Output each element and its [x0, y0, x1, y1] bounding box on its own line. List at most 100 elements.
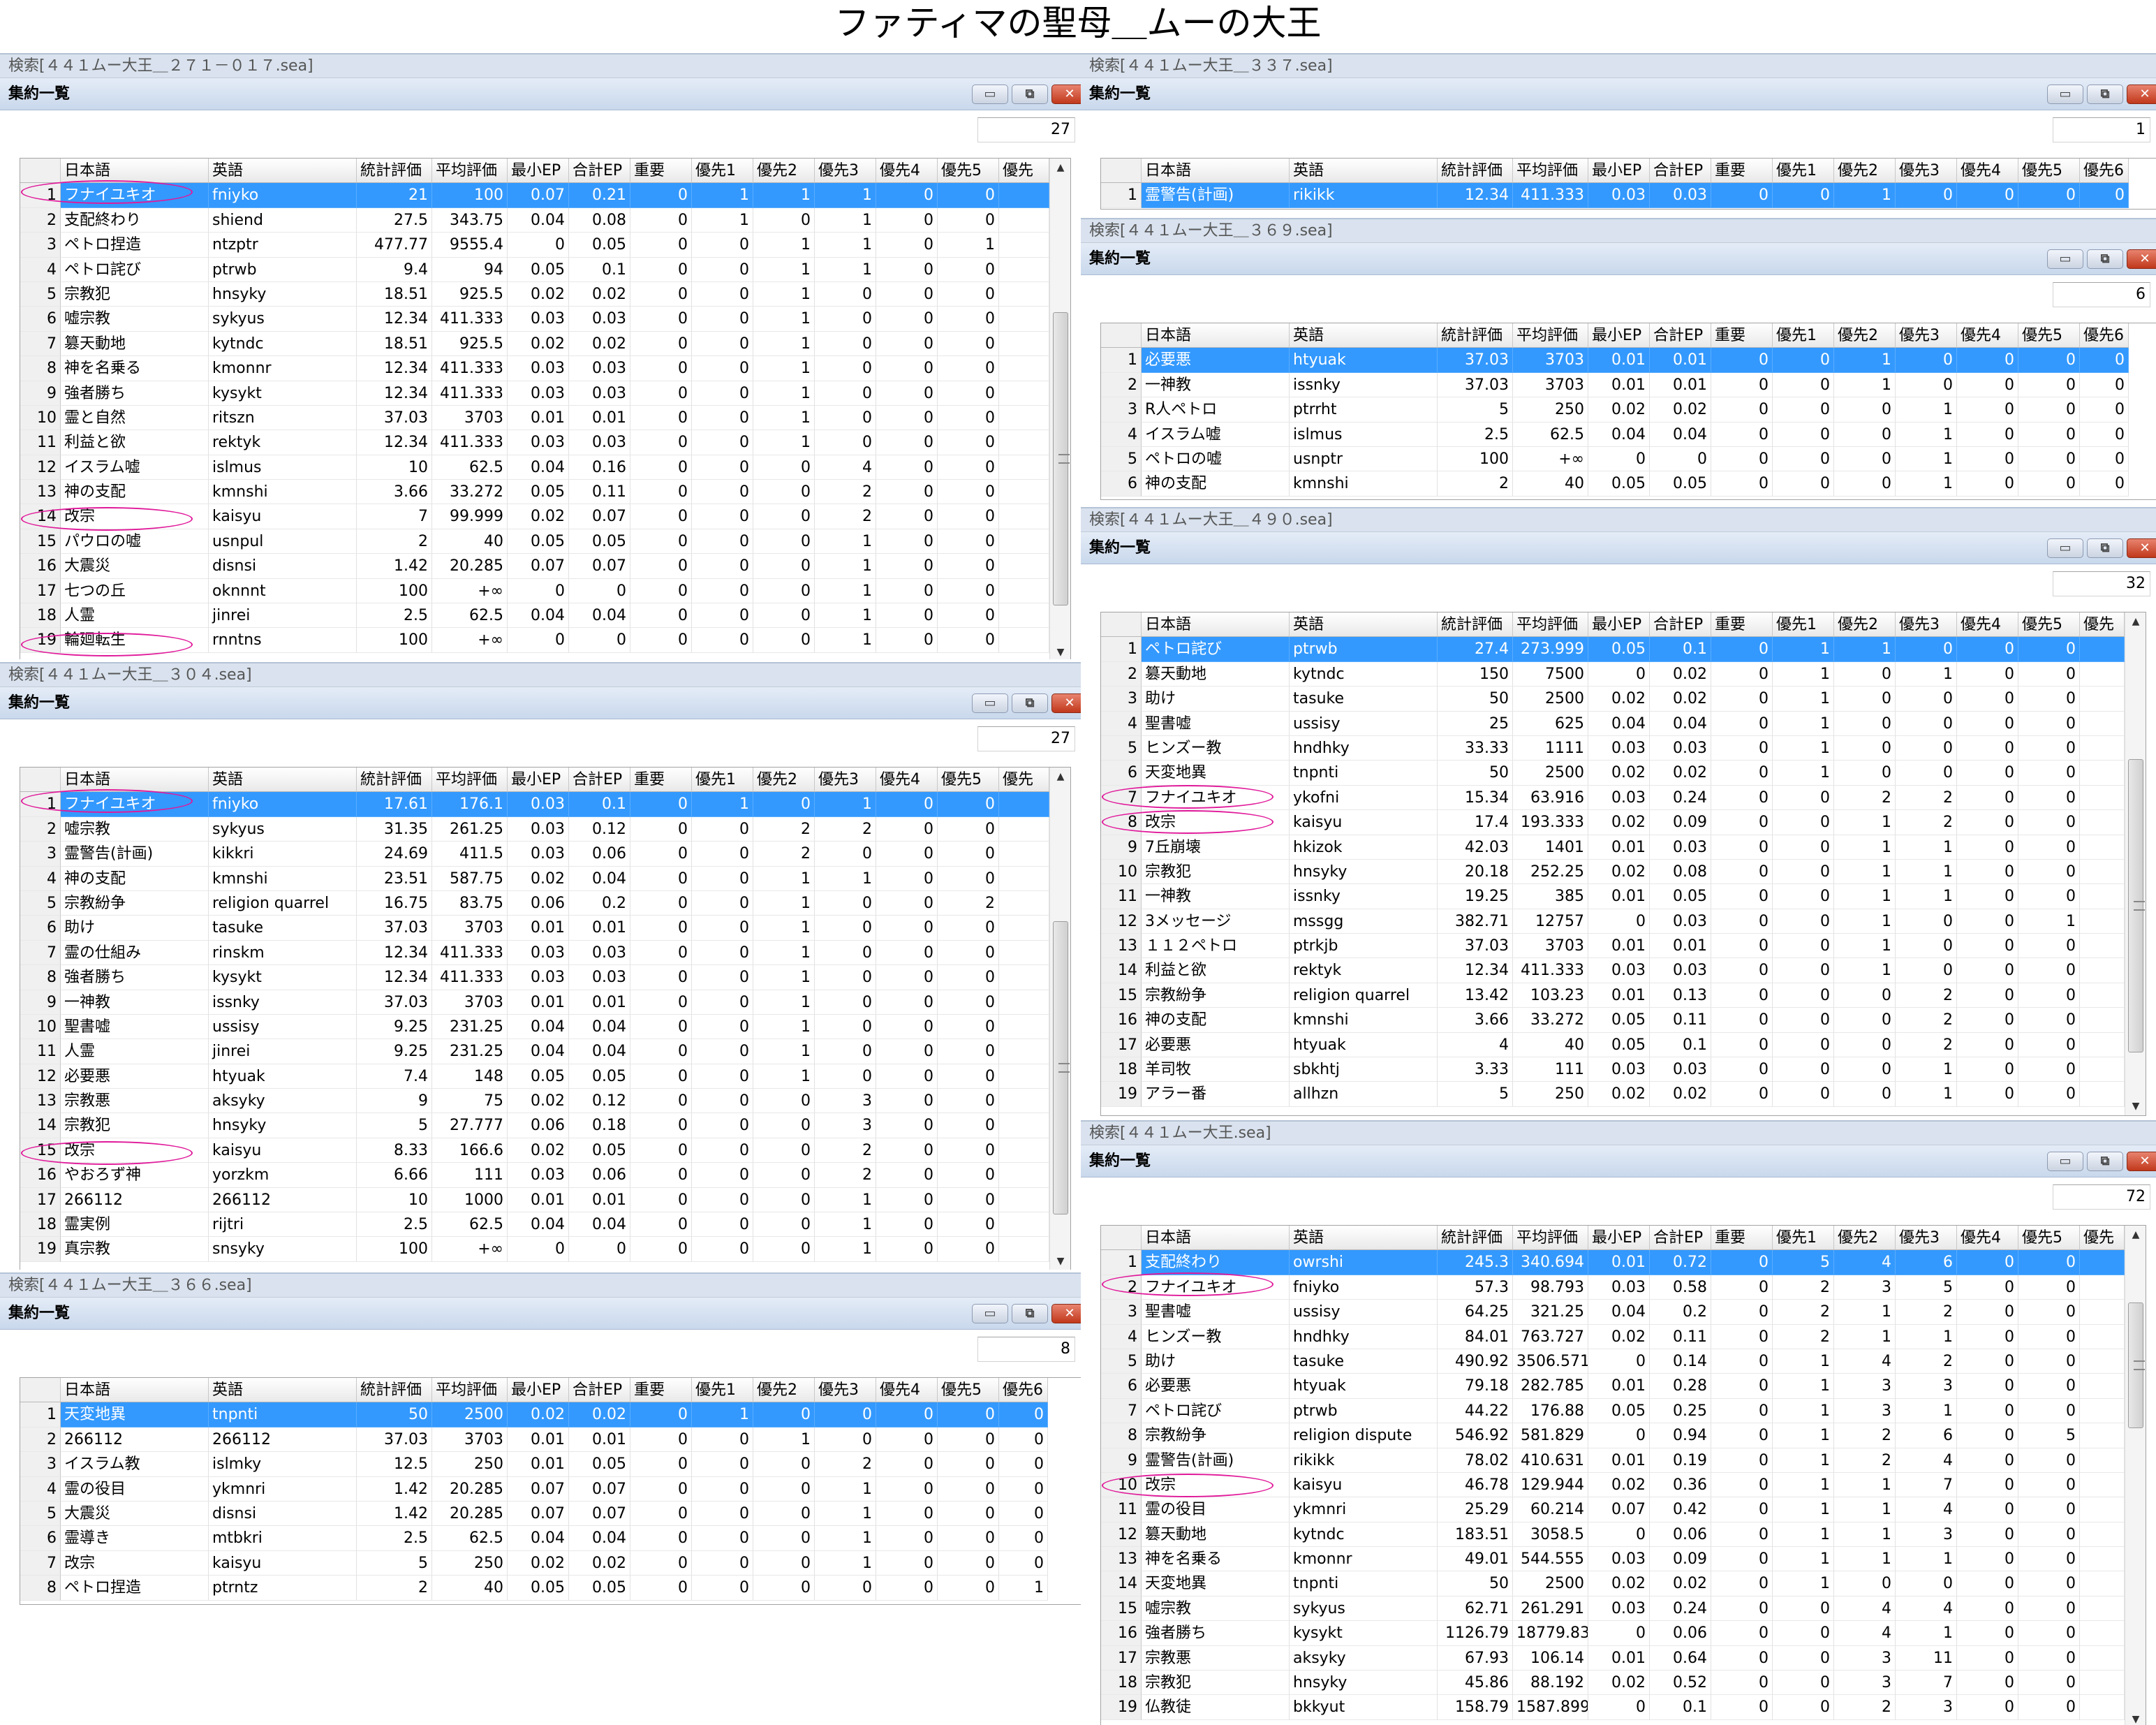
table-cell[interactable]: 10 [357, 455, 432, 480]
table-cell[interactable]: 0 [1834, 735, 1896, 761]
table-cell[interactable]: 477.77 [357, 233, 432, 258]
cell-english[interactable]: hkizok [1290, 835, 1438, 860]
table-cell[interactable]: 0 [876, 1526, 938, 1551]
table-cell[interactable]: 4 [815, 455, 876, 480]
table-cell[interactable]: 3 [1896, 1522, 1957, 1548]
table-cell[interactable]: 0 [876, 356, 938, 381]
column-header[interactable]: 平均評価 [432, 1378, 508, 1403]
table-cell[interactable]: 0.52 [1650, 1671, 1711, 1696]
table-cell[interactable]: 0 [692, 990, 753, 1015]
cell-english[interactable]: kaisyu [209, 504, 357, 529]
cell-english[interactable]: kaisyu [209, 1138, 357, 1164]
table-cell[interactable]: 0 [876, 1452, 938, 1477]
column-header[interactable]: 合計EP [1650, 323, 1711, 348]
table-cell[interactable]: 0 [753, 578, 815, 604]
table-cell[interactable]: 0 [1773, 1671, 1834, 1696]
table-cell[interactable]: 0 [1711, 1349, 1773, 1374]
table-cell[interactable]: 411.333 [1513, 183, 1588, 208]
table-cell[interactable]: 0 [692, 1576, 753, 1601]
table-cell[interactable]: 64.25 [1438, 1300, 1513, 1325]
table-cell[interactable]: 2 [1896, 1008, 1957, 1033]
table-cell[interactable]: 2 [815, 1163, 876, 1188]
table-cell[interactable]: 0 [1896, 1571, 1957, 1596]
cell-japanese[interactable]: 神を名乗る [1142, 1547, 1290, 1572]
table-cell[interactable]: 0 [999, 1427, 1048, 1453]
table-cell[interactable]: 1 [815, 1526, 876, 1551]
table-cell[interactable]: 0 [1957, 471, 2018, 497]
table-cell[interactable]: 0 [630, 381, 692, 406]
table-cell[interactable]: 0 [876, 233, 938, 258]
table-cell[interactable]: 1 [1834, 934, 1896, 959]
table-cell[interactable]: 0 [1957, 1695, 2018, 1720]
table-cell[interactable]: 0 [938, 331, 999, 357]
table-cell[interactable]: 1 [1773, 735, 1834, 761]
cell-english[interactable]: kaisyu [209, 1550, 357, 1576]
table-cell[interactable]: 2 [357, 1576, 432, 1601]
cell-english[interactable]: shiend [209, 207, 357, 233]
table-cell[interactable]: 2500 [1513, 687, 1588, 712]
table-cell[interactable]: 150 [1438, 661, 1513, 687]
table-cell[interactable]: 0.02 [1588, 687, 1650, 712]
table-cell[interactable]: 62.71 [1438, 1596, 1513, 1622]
table-cell[interactable]: 0 [938, 207, 999, 233]
table-cell[interactable]: 1 [692, 792, 753, 817]
table-cell[interactable]: 0 [692, 1212, 753, 1238]
column-header[interactable]: 統計評価 [1438, 159, 1513, 184]
table-cell[interactable]: 0 [1957, 1008, 2018, 1033]
table-cell[interactable]: 0 [999, 1526, 1048, 1551]
cell-japanese[interactable]: 天変地異 [61, 1402, 209, 1427]
table-cell[interactable]: 0 [630, 628, 692, 653]
table-cell[interactable]: 0 [1711, 1300, 1773, 1325]
cell-english[interactable]: hnsyky [1290, 859, 1438, 885]
table-cell[interactable]: 4 [1896, 1596, 1957, 1622]
row-number[interactable]: 5 [1101, 446, 1142, 472]
table-cell[interactable]: 0 [815, 940, 876, 966]
table-cell[interactable]: 50 [1438, 761, 1513, 786]
table-cell[interactable] [2080, 711, 2125, 736]
table-cell[interactable]: 0 [938, 257, 999, 282]
table-cell[interactable]: 12.34 [1438, 958, 1513, 983]
cell-japanese[interactable]: 霊警告(計画) [61, 842, 209, 867]
row-number[interactable]: 15 [20, 1138, 61, 1164]
table-cell[interactable]: 0.08 [1650, 859, 1711, 885]
table-cell[interactable] [999, 207, 1049, 233]
table-cell[interactable]: 5 [357, 1113, 432, 1138]
table-cell[interactable]: 37.03 [357, 405, 432, 431]
table-cell[interactable] [999, 1212, 1049, 1238]
cell-japanese[interactable]: 嘘宗教 [61, 816, 209, 842]
table-cell[interactable]: 1 [753, 990, 815, 1015]
column-header[interactable]: 優先4 [876, 159, 938, 184]
table-cell[interactable]: 57.3 [1438, 1275, 1513, 1300]
table-cell[interactable] [999, 890, 1049, 916]
cell-english[interactable]: disnsi [209, 554, 357, 579]
row-number[interactable]: 1 [1101, 348, 1142, 373]
table-cell[interactable]: 385 [1513, 884, 1588, 909]
cell-japanese[interactable]: 霊実例 [61, 1212, 209, 1238]
table-cell[interactable]: 0 [692, 1039, 753, 1064]
table-cell[interactable]: 79.18 [1438, 1374, 1513, 1399]
table-cell[interactable]: 0.03 [508, 965, 569, 990]
table-cell[interactable]: 1 [1834, 1497, 1896, 1522]
table-cell[interactable]: 0 [630, 792, 692, 817]
table-cell[interactable]: 0.07 [508, 554, 569, 579]
table-cell[interactable]: 1 [1896, 422, 1957, 447]
table-cell[interactable]: 6.66 [357, 1163, 432, 1188]
cell-english[interactable]: bkkyut [1290, 1695, 1438, 1720]
table-cell[interactable]: 3703 [1513, 372, 1588, 398]
table-cell[interactable]: 0.11 [1650, 1324, 1711, 1349]
table-cell[interactable]: 0 [1957, 687, 2018, 712]
table-cell[interactable]: 0 [1650, 446, 1711, 472]
table-cell[interactable]: 0.03 [1588, 183, 1650, 208]
table-cell[interactable] [999, 405, 1049, 431]
table-cell[interactable]: 0 [876, 1501, 938, 1527]
table-cell[interactable]: 2 [815, 816, 876, 842]
table-cell[interactable]: 0 [692, 1526, 753, 1551]
table-cell[interactable]: 40 [432, 529, 508, 555]
table-cell[interactable]: 21 [357, 183, 432, 208]
table-cell[interactable]: 0 [2018, 983, 2080, 1008]
table-cell[interactable]: 0.36 [1650, 1472, 1711, 1498]
table-cell[interactable]: 0.03 [508, 307, 569, 332]
table-cell[interactable]: 0.06 [508, 1113, 569, 1138]
table-cell[interactable]: 0.05 [1588, 1032, 1650, 1058]
table-cell[interactable]: 0.01 [569, 405, 630, 431]
